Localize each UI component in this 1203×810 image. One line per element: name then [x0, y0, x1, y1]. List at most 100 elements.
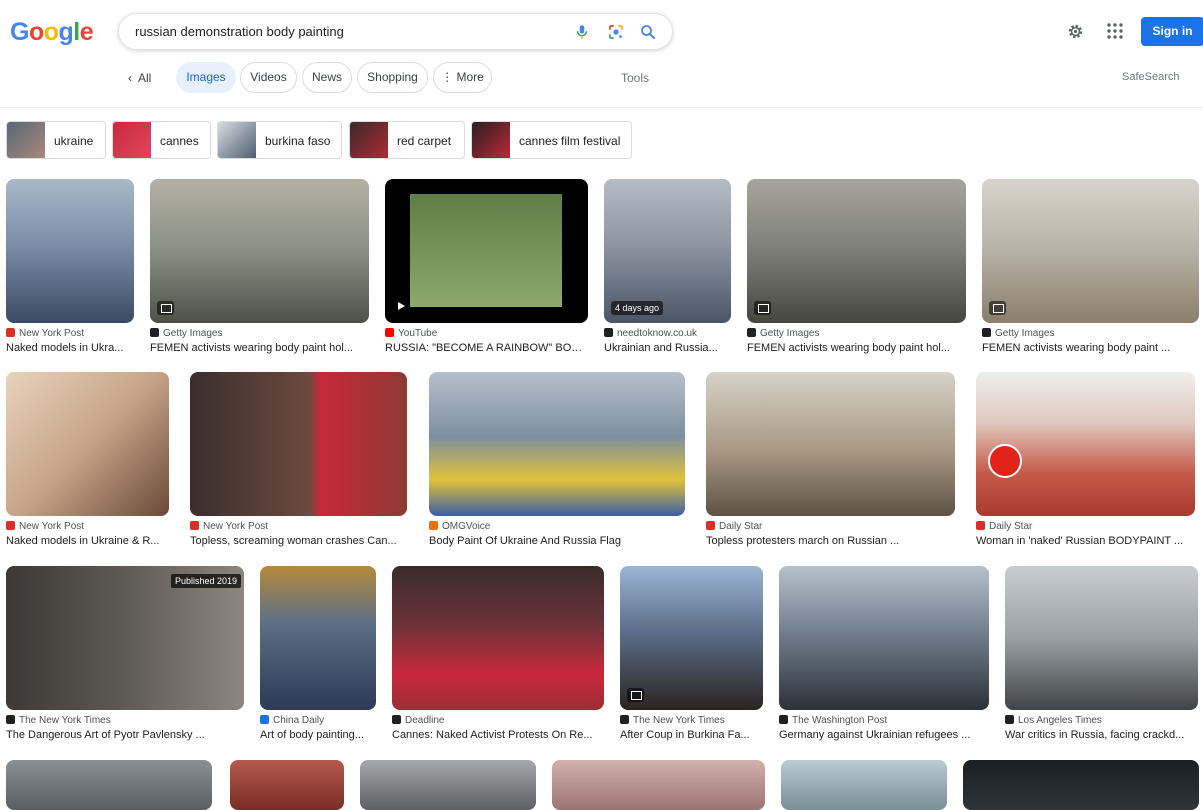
result-title[interactable]: Art of body painting... [260, 729, 376, 741]
result-card[interactable]: YouTube RUSSIA: "BECOME A RAINBOW" BOD..… [385, 179, 588, 354]
search-box[interactable]: russian demonstration body painting [118, 13, 673, 50]
tab-news[interactable]: News [302, 62, 352, 93]
lens-icon[interactable] [607, 23, 625, 41]
result-title[interactable]: FEMEN activists wearing body paint hol..… [747, 342, 966, 354]
result-card[interactable]: New York Post Topless, screaming woman c… [190, 372, 407, 547]
result-image[interactable] [150, 179, 369, 323]
tab-all[interactable]: ‹ All [128, 71, 151, 85]
result-card[interactable]: The Washington Post Germany against Ukra… [779, 566, 989, 741]
tab-more[interactable]: ⋮ More [433, 62, 492, 93]
chip-cannes-film-festival[interactable]: cannes film festival [471, 121, 632, 159]
result-title[interactable]: FEMEN activists wearing body paint hol..… [150, 342, 369, 354]
source-favicon-icon [1005, 715, 1014, 724]
result-image[interactable] [230, 760, 344, 810]
result-card[interactable]: Deadline Cannes: Naked Activist Protests… [392, 566, 604, 741]
result-source: Getty Images [747, 328, 966, 339]
result-image[interactable] [976, 372, 1195, 516]
result-source: The Washington Post [779, 715, 989, 726]
search-icon[interactable] [639, 23, 657, 41]
date-badge: 4 days ago [611, 301, 664, 315]
result-image[interactable] [620, 566, 763, 710]
chip-label: ukraine [54, 134, 94, 148]
result-card[interactable]: New York Post Naked models in Ukra... [6, 179, 134, 354]
result-image[interactable]: 4 days ago [604, 179, 731, 323]
result-source-name: Daily Star [989, 521, 1033, 532]
result-card[interactable]: Daily Star Topless protesters march on R… [706, 372, 955, 547]
result-card[interactable]: Published 2019 The New York Times The Da… [6, 566, 244, 741]
result-source: Deadline [392, 715, 604, 726]
result-image[interactable] [963, 760, 1199, 810]
result-image[interactable] [190, 372, 407, 516]
result-source: New York Post [190, 521, 407, 532]
result-image[interactable] [6, 760, 212, 810]
result-title[interactable]: After Coup in Burkina Fa... [620, 729, 763, 741]
chip-thumbnail [7, 122, 45, 158]
result-title[interactable]: War critics in Russia, facing crackd... [1005, 729, 1198, 741]
result-title[interactable]: Germany against Ukrainian refugees ... [779, 729, 989, 741]
result-image[interactable] [552, 760, 765, 810]
result-image[interactable] [1005, 566, 1198, 710]
result-title[interactable]: Topless protesters march on Russian ... [706, 535, 955, 547]
result-card[interactable]: Getty Images FEMEN activists wearing bod… [982, 179, 1199, 354]
tools-button[interactable]: Tools [621, 71, 649, 85]
result-image[interactable] [429, 372, 685, 516]
result-card[interactable]: Getty Images FEMEN activists wearing bod… [747, 179, 966, 354]
logo-letter: e [79, 18, 94, 46]
result-image[interactable] [779, 566, 989, 710]
result-image[interactable] [392, 566, 604, 710]
apps-grid-icon[interactable] [1107, 23, 1123, 39]
result-title[interactable]: Naked models in Ukra... [6, 342, 134, 354]
sign-in-button[interactable]: Sign in [1141, 17, 1203, 46]
chip-cannes[interactable]: cannes [112, 121, 211, 159]
result-source-name: Deadline [405, 715, 445, 726]
result-source-name: YouTube [398, 328, 438, 339]
result-source-name: needtoknow.co.uk [617, 328, 698, 339]
source-favicon-icon [6, 521, 15, 530]
result-image[interactable] [360, 760, 536, 810]
video-frame [410, 194, 562, 307]
tab-images[interactable]: Images [176, 62, 236, 93]
result-card[interactable]: New York Post Naked models in Ukraine & … [6, 372, 169, 547]
settings-gear-icon[interactable] [1066, 22, 1085, 41]
result-image[interactable] [260, 566, 376, 710]
result-card[interactable]: OMGVoice Body Paint Of Ukraine And Russi… [429, 372, 685, 547]
result-card[interactable]: Daily Star Woman in 'naked' Russian BODY… [976, 372, 1195, 547]
result-image[interactable] [385, 179, 588, 323]
tab-shopping[interactable]: Shopping [357, 62, 428, 93]
result-title[interactable]: Topless, screaming woman crashes Can... [190, 535, 407, 547]
safesearch-button[interactable]: SafeSearch [1122, 71, 1179, 83]
chip-label: burkina faso [265, 134, 331, 148]
result-title[interactable]: RUSSIA: "BECOME A RAINBOW" BOD... [385, 342, 588, 354]
source-favicon-icon [982, 328, 991, 337]
google-logo[interactable]: Google [10, 18, 94, 47]
result-image[interactable] [781, 760, 947, 810]
result-title[interactable]: Ukrainian and Russia... [604, 342, 731, 354]
source-favicon-icon [706, 521, 715, 530]
chip-ukraine[interactable]: ukraine [6, 121, 106, 159]
chip-burkina-faso[interactable]: burkina faso [217, 121, 342, 159]
result-image[interactable] [982, 179, 1199, 323]
chip-red-carpet[interactable]: red carpet [349, 121, 465, 159]
result-card[interactable]: China Daily Art of body painting... [260, 566, 376, 741]
result-title[interactable]: Woman in 'naked' Russian BODYPAINT ... [976, 535, 1195, 547]
result-image[interactable] [747, 179, 966, 323]
result-card[interactable]: The New York Times After Coup in Burkina… [620, 566, 763, 741]
result-image[interactable]: Published 2019 [6, 566, 244, 710]
chevron-left-icon: ‹ [128, 71, 132, 85]
result-card[interactable]: Getty Images FEMEN activists wearing bod… [150, 179, 369, 354]
result-title[interactable]: Body Paint Of Ukraine And Russia Flag [429, 535, 685, 547]
result-image[interactable] [6, 372, 169, 516]
chip-label: cannes [160, 134, 199, 148]
result-title[interactable]: Naked models in Ukraine & R... [6, 535, 169, 547]
microphone-icon[interactable] [573, 23, 591, 41]
tab-videos[interactable]: Videos [240, 62, 297, 93]
result-image[interactable] [706, 372, 955, 516]
search-input[interactable]: russian demonstration body painting [135, 24, 344, 39]
result-title[interactable]: Cannes: Naked Activist Protests On Re... [392, 729, 604, 741]
result-card[interactable]: Los Angeles Times War critics in Russia,… [1005, 566, 1198, 741]
result-card[interactable]: 4 days ago needtoknow.co.uk Ukrainian an… [604, 179, 731, 354]
youtube-icon [385, 328, 394, 337]
result-image[interactable] [6, 179, 134, 323]
result-title[interactable]: FEMEN activists wearing body paint ... [982, 342, 1199, 354]
result-title[interactable]: The Dangerous Art of Pyotr Pavlensky ... [6, 729, 244, 741]
